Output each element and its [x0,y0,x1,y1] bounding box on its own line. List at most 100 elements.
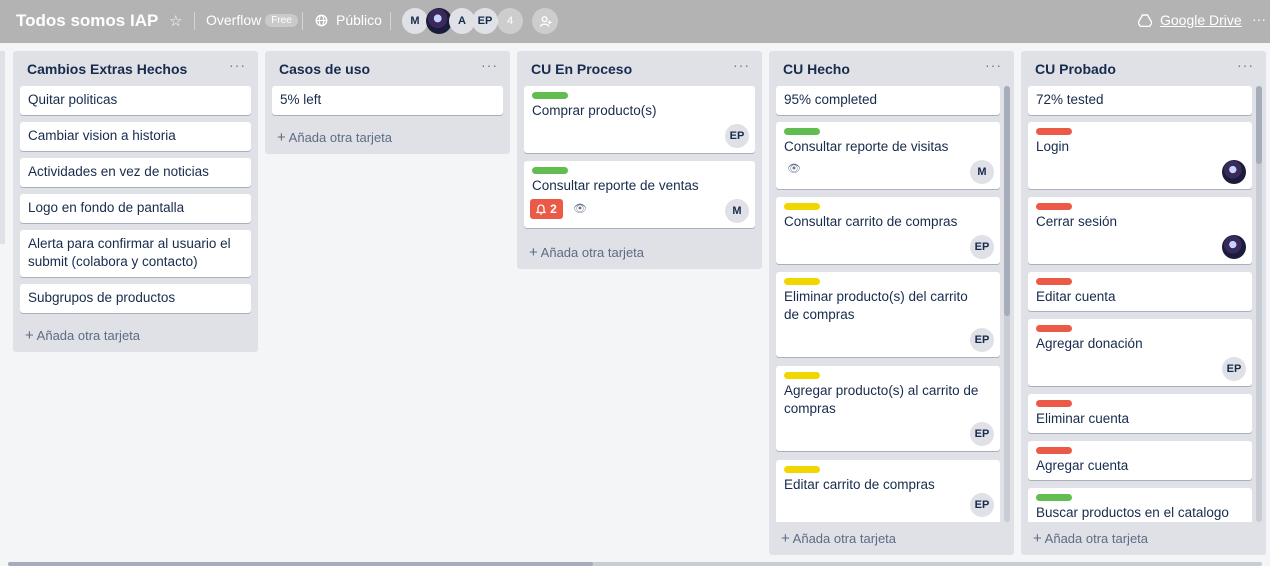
card-member-avatar[interactable]: EP [970,422,994,446]
add-card-button[interactable]: + Añada otra tarjeta [1033,530,1148,547]
bell-icon [536,203,547,215]
card-member-avatar[interactable]: EP [970,235,994,259]
card-member-avatar[interactable]: EP [725,124,749,148]
card[interactable]: Agregar cuenta [1028,441,1252,480]
plus-icon: + [781,530,790,547]
add-card-label: Añada otra tarjeta [1044,531,1149,546]
list-menu-button[interactable]: ··· [1237,57,1254,73]
star-icon[interactable]: ☆ [169,12,182,30]
card[interactable]: Agregar donación EP [1028,319,1252,386]
card-label-yellow [784,466,820,473]
card-member-avatar[interactable]: EP [970,328,994,352]
card-member-avatar[interactable]: M [970,160,994,184]
add-card-button[interactable]: + Añada otra tarjeta [781,530,896,547]
add-card-label: Añada otra tarjeta [792,531,897,546]
member-count[interactable]: 4 [497,8,523,34]
card-label-red [1036,278,1072,285]
plus-icon: + [1033,530,1042,547]
list-scrollbar-thumb[interactable] [1004,86,1010,316]
card[interactable]: Quitar politicas [20,86,251,115]
card-title: Cambiar vision a historia [28,128,176,143]
card[interactable]: Editar carrito de compras EP [776,460,1000,522]
card[interactable]: Consultar reporte de visitas 👁 M [776,122,1000,189]
card-label-green [1036,494,1072,501]
card-title: Buscar productos en el catalogo [1036,505,1229,520]
list-scrollbar-thumb[interactable] [1256,86,1262,164]
list-title[interactable]: CU Hecho [783,61,850,77]
plus-icon: + [529,244,538,261]
google-drive-button[interactable]: Google Drive [1138,12,1242,28]
card[interactable]: Login [1028,122,1252,189]
list-cards-container: 95% completed Consultar reporte de visit… [769,86,1014,522]
board-horizontal-scrollbar-thumb[interactable] [8,562,593,566]
card-title: Logo en fondo de pantalla [28,200,185,215]
card-member-avatar[interactable]: M [725,199,749,223]
list-title[interactable]: CU En Proceso [531,61,632,77]
globe-icon [315,14,328,26]
card[interactable]: Actividades en vez de noticias [20,158,251,187]
card-title: Consultar reporte de ventas [532,178,699,193]
list-title[interactable]: Casos de uso [279,61,370,77]
card[interactable]: Eliminar cuenta [1028,394,1252,433]
visibility-label: Público [336,12,382,28]
board-title[interactable]: Todos somos IAP [16,11,158,31]
list-menu-button[interactable]: ··· [733,57,750,73]
card-member-avatar[interactable]: EP [1222,357,1246,381]
card-member-avatar[interactable] [1222,235,1246,259]
card[interactable]: Editar cuenta [1028,272,1252,311]
team-name: Overflow [206,12,262,28]
card-member-avatar[interactable] [1222,160,1246,184]
card-title: Cerrar sesión [1036,214,1118,229]
card[interactable]: Consultar carrito de compras EP [776,197,1000,264]
google-drive-label: Google Drive [1160,12,1242,28]
card-label-red [1036,325,1072,332]
card-label-green [532,92,568,99]
card-title: Eliminar producto(s) del carrito de comp… [784,289,968,322]
card[interactable]: Buscar productos en el catalogo [1028,488,1252,522]
add-card-button[interactable]: + Añada otra tarjeta [529,244,644,261]
list-menu-button[interactable]: ··· [481,57,498,73]
card-title: Agregar producto(s) al carrito de compra… [784,383,979,416]
board-canvas: Cambios Extras Hechos ··· Quitar politic… [0,43,1270,566]
list-cards-container: 72% tested Login Cerrar sesión Editar cu… [1021,86,1266,522]
card-title: Agregar cuenta [1036,458,1129,473]
card[interactable]: Alerta para confirmar al usuario el subm… [20,230,251,277]
card-title: Consultar reporte de visitas [784,139,949,154]
card-title: Consultar carrito de compras [784,214,958,229]
card[interactable]: Comprar producto(s) EP [524,86,755,153]
card[interactable]: 72% tested [1028,86,1252,115]
visibility-button[interactable]: Público [315,12,382,28]
add-card-button[interactable]: + Añada otra tarjeta [277,129,392,146]
list-menu-button[interactable]: ··· [985,57,1002,73]
list-menu-button[interactable]: ··· [229,57,246,73]
invite-button[interactable] [532,8,558,34]
notification-count: 2 [550,202,557,216]
card-member-avatar[interactable]: EP [970,493,994,517]
card[interactable]: Eliminar producto(s) del carrito de comp… [776,272,1000,357]
card-title: Subgrupos de productos [28,290,176,305]
add-card-button[interactable]: + Añada otra tarjeta [25,327,140,344]
member-avatar[interactable]: M [402,8,428,34]
list-casos-de-uso: Casos de uso ··· 5% left + Añada otra ta… [265,51,510,154]
card[interactable]: Logo en fondo de pantalla [20,194,251,223]
add-card-label: Añada otra tarjeta [288,130,393,145]
card-title: 95% completed [784,92,878,107]
member-avatar[interactable]: EP [472,8,498,34]
plan-badge: Free [265,13,298,27]
card[interactable]: Cambiar vision a historia [20,122,251,151]
card[interactable]: 5% left [272,86,503,115]
header-menu-button[interactable]: ··· [1252,11,1266,27]
card-title: Actividades en vez de noticias [28,164,209,179]
card[interactable]: 95% completed [776,86,1000,115]
board-header: Todos somos IAP ☆ Overflow Free Público … [0,0,1270,43]
card-title: Eliminar cuenta [1036,411,1130,426]
card[interactable]: Agregar producto(s) al carrito de compra… [776,366,1000,451]
card[interactable]: Subgrupos de productos [20,284,251,313]
card[interactable]: Consultar reporte de ventas 2 👁 M [524,161,755,228]
list-title[interactable]: Cambios Extras Hechos [27,61,187,77]
card[interactable]: Cerrar sesión [1028,197,1252,264]
team-button[interactable]: Overflow Free [206,12,298,28]
card-label-red [1036,400,1072,407]
card-title: Editar carrito de compras [784,477,935,492]
list-title[interactable]: CU Probado [1035,61,1116,77]
